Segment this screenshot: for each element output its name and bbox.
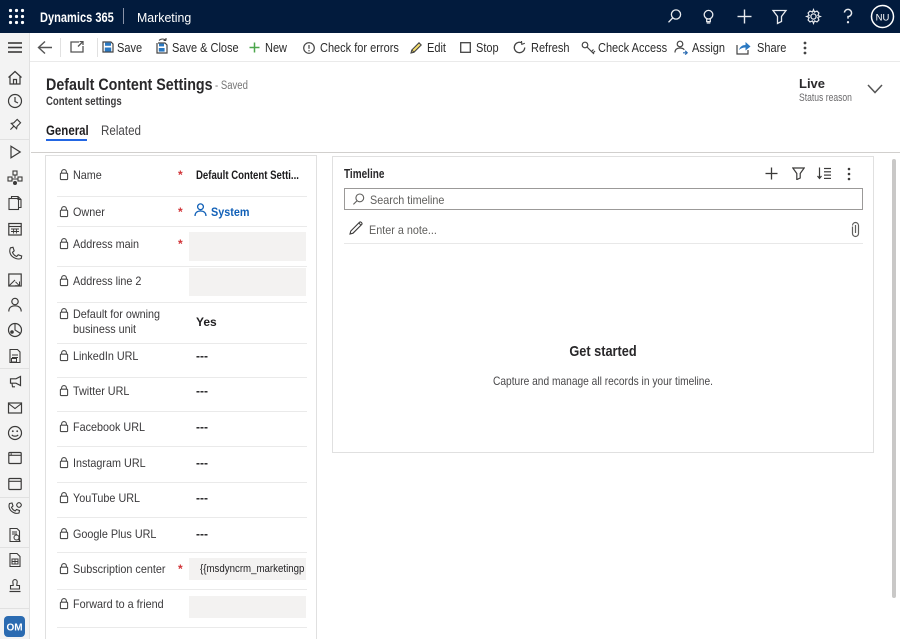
svg-text:NU: NU (876, 13, 890, 24)
svg-text:OM: OM (6, 623, 22, 634)
